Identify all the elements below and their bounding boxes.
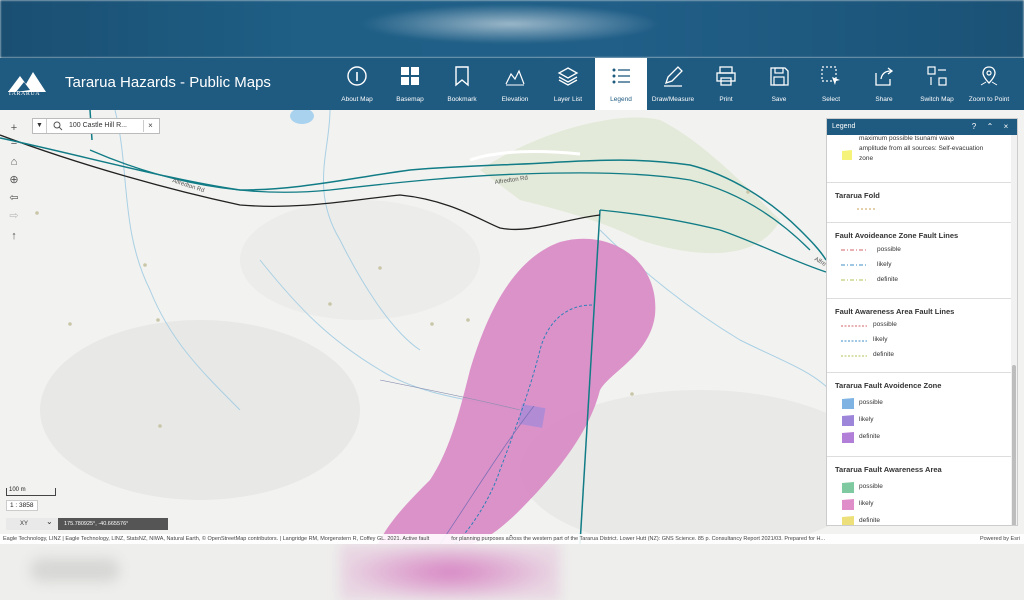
legend-body: maximum possible tsunami wave amplitude …	[827, 135, 1013, 525]
pin-icon	[980, 66, 998, 86]
coordinate-widget: XY 175.780925°, -40.665576°	[6, 516, 168, 530]
clear-search-button[interactable]: ×	[143, 120, 157, 132]
zoom-in-button[interactable]: +	[6, 120, 22, 136]
bookmark-icon	[455, 66, 469, 87]
previous-extent-icon[interactable]: ⇦	[6, 190, 22, 206]
search-widget[interactable]: ▼ 100 Castle Hill R... ×	[32, 118, 160, 134]
legend-title: Legend	[832, 123, 856, 130]
legend-item-label: possible	[859, 399, 883, 406]
legend-section-aware-lines: Fault Awareness Area Fault Lines possibl…	[827, 299, 1013, 373]
legend-section-title: Fault Awareness Area Fault Lines	[835, 307, 955, 316]
select-icon	[821, 66, 840, 85]
toolbar-share-button[interactable]: Share	[858, 58, 910, 110]
legend-section-title: Fault Avoideance Zone Fault Lines	[835, 231, 959, 240]
scale-bar: 100 m	[6, 487, 56, 496]
attribution-text: Eagle Technology, LINZ | Eagle Technolog…	[3, 536, 826, 542]
legend-text: zone	[859, 155, 874, 162]
info-icon	[347, 66, 367, 86]
legend-section-aware-area: Tararua Fault Awareness Area possible li…	[827, 457, 1013, 525]
coordinate-system-select[interactable]: XY	[6, 516, 58, 530]
toolbar-save-button[interactable]: Save	[753, 58, 805, 110]
legend-section-avoid-lines: Fault Avoideance Zone Fault Lines possib…	[827, 223, 1013, 299]
toolbar-draw-button[interactable]: Draw/Measure	[647, 58, 699, 110]
legend-item-label: possible	[877, 246, 901, 253]
search-source-dropdown[interactable]: ▼	[33, 119, 47, 133]
legend-item-label: definite	[859, 433, 880, 440]
toolbar-select-button[interactable]: Select	[805, 58, 857, 110]
pencil-icon	[664, 66, 683, 87]
legend-text: amplitude from all sources: Self-evacuat…	[859, 145, 984, 152]
scale-ratio: 1 : 3858	[6, 500, 38, 511]
locate-icon[interactable]: ⊕	[6, 172, 22, 188]
collapse-icon[interactable]: ⌃	[983, 119, 997, 135]
legend-lines	[841, 325, 867, 357]
printer-icon	[716, 66, 736, 86]
elevation-icon	[505, 69, 525, 86]
legend-item-label: definite	[873, 351, 894, 358]
legend-scrollbar[interactable]	[1011, 135, 1017, 525]
legend-icon	[612, 68, 630, 84]
legend-section-avoid-zone: Tararua Fault Avoidence Zone possible li…	[827, 373, 1013, 457]
help-icon[interactable]: ?	[967, 119, 981, 135]
blurred-background-top	[0, 0, 1024, 58]
home-icon[interactable]: ⌂	[6, 154, 22, 170]
blurred-background-bottom	[0, 544, 1024, 600]
zoom-out-button[interactable]: −	[6, 136, 22, 152]
floppy-icon	[770, 67, 789, 86]
tararua-logo	[8, 72, 46, 92]
legend-section-title: Tararua Fault Avoidence Zone	[835, 381, 942, 390]
search-icon	[53, 121, 63, 131]
legend-item-label: definite	[859, 517, 880, 524]
logo-text: TARARUA	[8, 91, 41, 97]
toolbar-elevation-button[interactable]: Elevation	[489, 58, 541, 110]
legend-header: Legend ? ⌃ ×	[827, 119, 1017, 135]
legend-text: maximum possible tsunami wave	[859, 135, 955, 142]
coordinate-readout: 175.780925°, -40.665576°	[64, 521, 129, 527]
grid-icon	[401, 67, 419, 85]
north-arrow-icon[interactable]: ↑	[6, 228, 22, 244]
legend-item-label: possible	[859, 483, 883, 490]
legend-item-label: possible	[873, 321, 897, 328]
next-extent-icon[interactable]: ⇨	[6, 208, 22, 224]
legend-section-tsunami: maximum possible tsunami wave amplitude …	[827, 135, 1013, 183]
toolbar-basemap-button[interactable]: Basemap	[384, 58, 436, 110]
legend-line-fold	[857, 208, 877, 210]
legend-item-label: likely	[859, 500, 874, 507]
toolbar-label: Zoom to Point	[968, 96, 1010, 103]
toolbar-switchmap-button[interactable]: Switch Map	[911, 58, 963, 110]
attribution-bar: Eagle Technology, LINZ | Eagle Technolog…	[0, 534, 1024, 544]
legend-lines	[841, 249, 867, 281]
legend-swatch-yellow	[842, 150, 852, 160]
toolbar-zoomto-button[interactable]: Zoom to Point	[963, 58, 1015, 110]
legend-swatches	[842, 482, 854, 525]
share-icon	[875, 67, 894, 86]
legend-item-label: likely	[873, 336, 888, 343]
attribution-toggle[interactable]: ⌃	[508, 534, 514, 544]
toolbar-about-button[interactable]: About Map	[331, 58, 383, 110]
powered-by: Powered by Esri	[979, 536, 1020, 542]
close-icon[interactable]: ×	[999, 119, 1013, 135]
app-header: TARARUA Tararua Hazards - Public Maps Ab…	[0, 58, 1024, 110]
layers-icon	[557, 67, 579, 86]
legend-section-title: Tararua Fault Awareness Area	[835, 465, 942, 474]
switch-map-icon	[927, 66, 947, 86]
legend-item-label: definite	[877, 276, 898, 283]
legend-swatches	[842, 398, 854, 443]
map-view[interactable]: Alfredton Rd Alfredton Rd Alfre + − ⌂ ⊕ …	[0, 110, 1024, 544]
toolbar-legend-button[interactable]: Legend	[595, 58, 647, 110]
legend-item-label: likely	[877, 261, 892, 268]
water-body	[290, 110, 314, 124]
legend-scroll-thumb[interactable]	[1012, 365, 1016, 525]
legend-section-title: Tararua Fold	[835, 191, 880, 200]
search-input[interactable]: 100 Castle Hill R...	[69, 122, 127, 129]
toolbar-layerlist-button[interactable]: Layer List	[542, 58, 594, 110]
app-title: Tararua Hazards - Public Maps	[65, 74, 271, 91]
fault-avoidance-zone	[518, 404, 546, 428]
legend-panel: Legend ? ⌃ × maximum possible tsunami wa…	[826, 118, 1018, 526]
toolbar-bookmark-button[interactable]: Bookmark	[436, 58, 488, 110]
toolbar-print-button[interactable]: Print	[700, 58, 752, 110]
legend-item-label: likely	[859, 416, 874, 423]
legend-section-fold: Tararua Fold	[827, 183, 1013, 223]
